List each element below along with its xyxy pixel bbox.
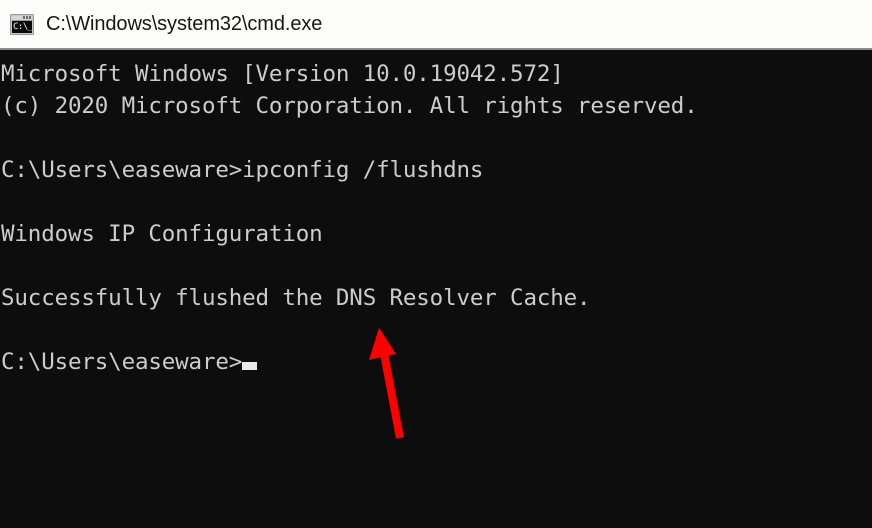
console-line: Windows IP Configuration [1,221,323,247]
console-line: (c) 2020 Microsoft Corporation. All righ… [1,93,698,119]
console-output-area[interactable]: Microsoft Windows [Version 10.0.19042.57… [0,52,872,528]
icon-console-glyph: C:\_ [12,20,32,33]
window-title-text: C:\Windows\system32\cmd.exe [46,12,323,35]
console-line: Microsoft Windows [Version 10.0.19042.57… [1,61,564,87]
console-line-list: Microsoft Windows [Version 10.0.19042.57… [0,58,872,378]
console-line-result: Successfully flushed the DNS Resolver Ca… [1,285,591,311]
console-prompt-line: C:\Users\easeware> [0,346,872,378]
console-line-command: C:\Users\easeware>ipconfig /flushdns [1,157,484,183]
window-titlebar[interactable]: C:\_ C:\Windows\system32\cmd.exe [0,0,872,50]
text-cursor [242,362,258,370]
icon-window-buttons [23,15,31,19]
cmd-console-icon[interactable]: C:\_ [10,13,34,35]
prompt-text: C:\Users\easeware> [1,349,243,375]
cmd-window: C:\_ C:\Windows\system32\cmd.exe Microso… [0,0,872,528]
